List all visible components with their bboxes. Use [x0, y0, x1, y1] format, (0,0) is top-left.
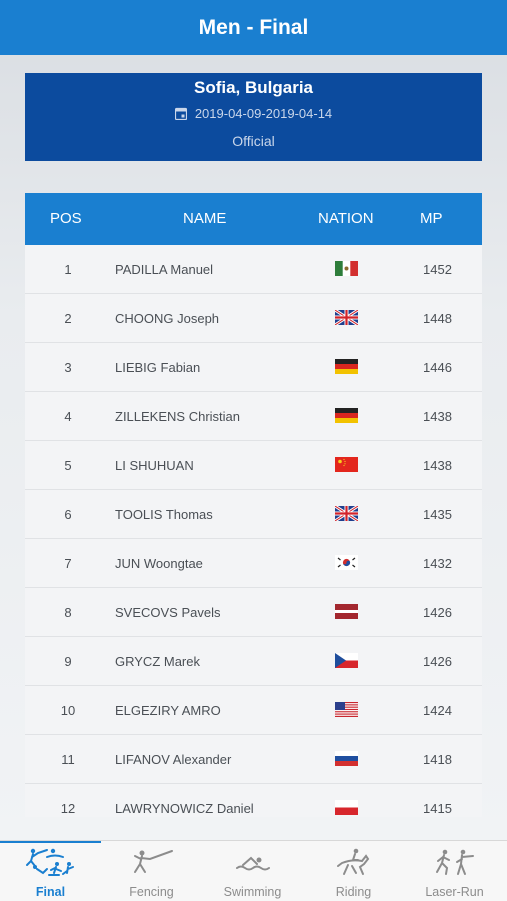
- row-position: 3: [64, 360, 72, 375]
- column-header-name[interactable]: NAME: [183, 210, 226, 227]
- table-row[interactable]: 9 GRYCZ Marek 1426: [25, 637, 482, 686]
- riding-icon: [336, 848, 369, 875]
- tab-label-fencing: Fencing: [129, 885, 174, 899]
- page-title: Men - Final: [198, 15, 309, 39]
- column-header-mp[interactable]: MP: [420, 210, 443, 227]
- table-row[interactable]: 11 LIFANOV Alexander 1418: [25, 735, 482, 784]
- row-athlete-name: LI SHUHUAN: [115, 458, 194, 473]
- row-mp-score: 1448: [423, 311, 452, 326]
- flag-gbr-icon: [335, 310, 358, 325]
- swimming-icon: [235, 856, 270, 871]
- row-position: 4: [64, 409, 72, 424]
- row-athlete-name: ZILLEKENS Christian: [115, 409, 240, 424]
- page-title-bar: Men - Final: [0, 0, 507, 55]
- flag-ger-icon: [335, 359, 358, 374]
- event-dates-row: 2019-04-09-2019-04-14: [25, 106, 482, 121]
- flag-rus-icon: [335, 751, 358, 766]
- row-mp-score: 1426: [423, 654, 452, 669]
- row-athlete-name: ELGEZIRY AMRO: [115, 703, 221, 718]
- row-athlete-name: JUN Woongtae: [115, 556, 203, 571]
- row-athlete-name: PADILLA Manuel: [115, 262, 214, 277]
- row-athlete-name: CHOONG Joseph: [115, 311, 220, 326]
- event-info-card: Sofia, Bulgaria 2019-04-09-2019-04-14 Of…: [25, 73, 482, 161]
- event-status: Official: [232, 133, 275, 149]
- row-mp-score: 1426: [423, 605, 452, 620]
- row-mp-score: 1435: [423, 507, 452, 522]
- flag-chn-icon: [335, 457, 358, 472]
- tab-final[interactable]: Final: [0, 841, 101, 901]
- row-mp-score: 1446: [423, 360, 452, 375]
- table-row[interactable]: 12 LAWRYNOWICZ Daniel 1415: [25, 784, 482, 817]
- table-row[interactable]: 10 ELGEZIRY AMRO 1424: [25, 686, 482, 735]
- column-header-nation[interactable]: NATION: [318, 210, 374, 227]
- row-position: 7: [64, 556, 72, 571]
- tab-label-swimming: Swimming: [223, 885, 282, 899]
- row-position: 10: [60, 703, 76, 718]
- row-position: 9: [64, 654, 72, 669]
- bottom-tab-bar: Final Fencing Swimming Riding Laser-Run: [0, 840, 507, 901]
- row-position: 5: [64, 458, 72, 473]
- event-location: Sofia, Bulgaria: [193, 78, 314, 97]
- flag-cze-icon: [335, 653, 358, 668]
- flag-ger-icon: [335, 408, 358, 423]
- table-row[interactable]: 7 JUN Woongtae 1432: [25, 539, 482, 588]
- row-mp-score: 1415: [423, 801, 452, 816]
- tab-fencing[interactable]: Fencing: [101, 841, 202, 901]
- tab-laser-run[interactable]: Laser-Run: [404, 841, 505, 901]
- row-mp-score: 1452: [423, 262, 452, 277]
- row-athlete-name: TOOLIS Thomas: [115, 507, 213, 522]
- row-mp-score: 1438: [423, 409, 452, 424]
- flag-gbr-icon: [335, 506, 358, 521]
- tab-label-laser-run: Laser-Run: [425, 885, 484, 899]
- table-row[interactable]: 4 ZILLEKENS Christian 1438: [25, 392, 482, 441]
- tab-label-final: Final: [35, 885, 66, 899]
- row-position: 12: [60, 801, 76, 816]
- row-mp-score: 1432: [423, 556, 452, 571]
- row-position: 2: [64, 311, 72, 326]
- row-position: 6: [64, 507, 72, 522]
- row-position: 8: [64, 605, 72, 620]
- flag-kor-icon: [335, 555, 358, 570]
- event-dates: 2019-04-09-2019-04-14: [194, 106, 333, 121]
- flag-usa-icon: [335, 702, 358, 717]
- row-mp-score: 1418: [423, 752, 452, 767]
- row-athlete-name: LAWRYNOWICZ Daniel: [115, 801, 254, 816]
- flag-lat-icon: [335, 604, 358, 619]
- table-body: 1 PADILLA Manuel 1452 2 CHOONG Joseph 1448 3 LI…: [25, 245, 482, 817]
- fencing-icon: [133, 850, 173, 873]
- results-table: POS NAME NATION MP 1 PADILLA Manuel 1452 2 C…: [25, 193, 482, 817]
- table-row[interactable]: 1 PADILLA Manuel 1452: [25, 245, 482, 294]
- laser-run-icon: [435, 849, 474, 875]
- table-row[interactable]: 2 CHOONG Joseph 1448: [25, 294, 482, 343]
- table-header: POS NAME NATION MP: [25, 193, 482, 245]
- row-athlete-name: SVECOVS Pavels: [115, 605, 221, 620]
- row-mp-score: 1438: [423, 458, 452, 473]
- tab-label-riding: Riding: [335, 885, 372, 899]
- table-row[interactable]: 6 TOOLIS Thomas 1435: [25, 490, 482, 539]
- table-row[interactable]: 3 LIEBIG Fabian 1446: [25, 343, 482, 392]
- calendar-icon: [174, 107, 187, 120]
- table-row[interactable]: 8 SVECOVS Pavels 1426: [25, 588, 482, 637]
- tab-swimming[interactable]: Swimming: [202, 841, 303, 901]
- table-row[interactable]: 5 LI SHUHUAN 1438: [25, 441, 482, 490]
- tab-riding[interactable]: Riding: [303, 841, 404, 901]
- flag-mex-icon: [335, 261, 358, 276]
- final-icon: [25, 848, 74, 876]
- flag-pol-icon: [335, 800, 358, 815]
- row-athlete-name: LIEBIG Fabian: [115, 360, 201, 375]
- column-header-pos[interactable]: POS: [50, 210, 82, 227]
- row-position: 11: [61, 752, 75, 767]
- row-position: 1: [64, 262, 72, 277]
- row-athlete-name: GRYCZ Marek: [115, 654, 200, 669]
- row-mp-score: 1424: [423, 703, 452, 718]
- row-athlete-name: LIFANOV Alexander: [115, 752, 232, 767]
